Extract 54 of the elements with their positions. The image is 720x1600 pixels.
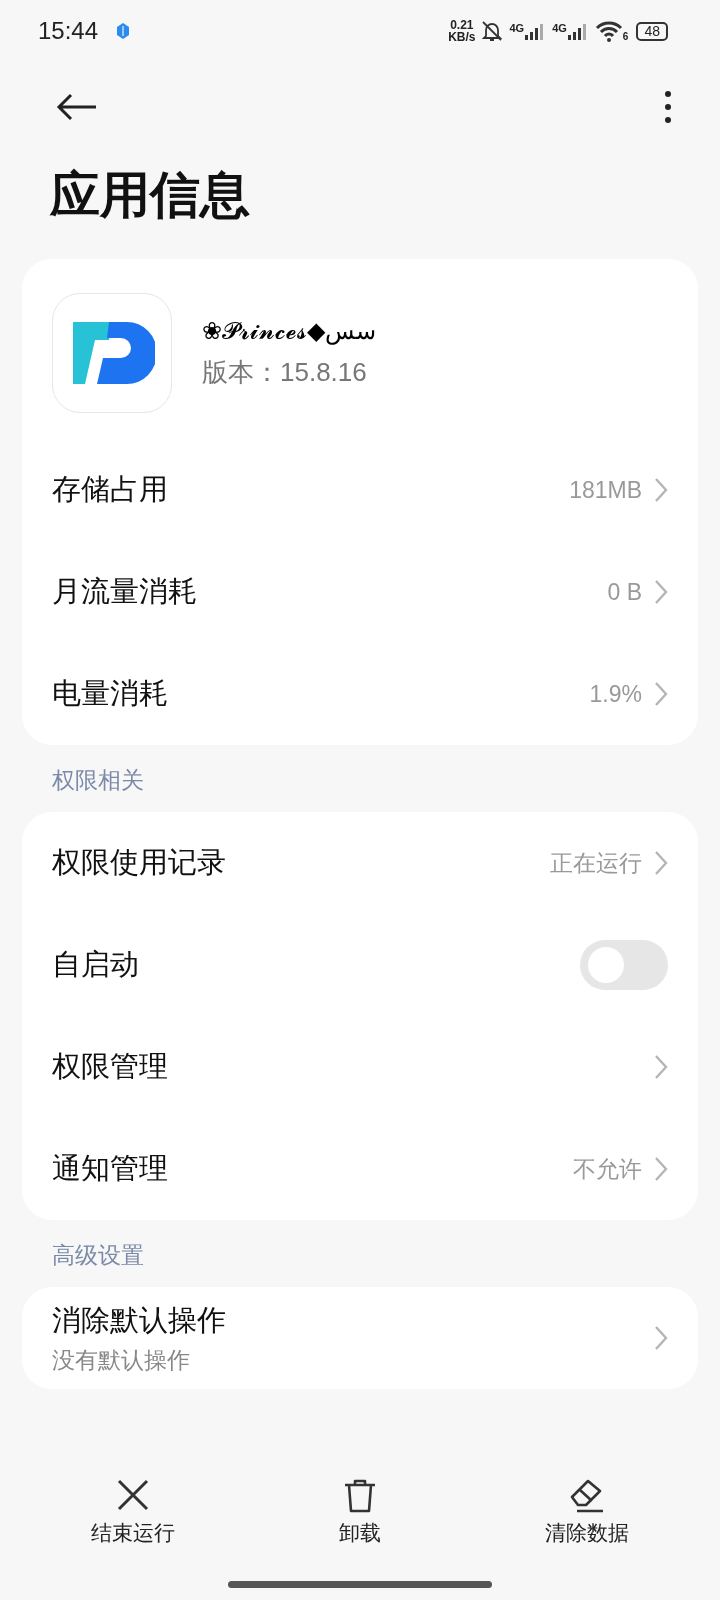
- row-label: 权限使用记录: [52, 845, 227, 880]
- row-label: 自启动: [52, 947, 140, 982]
- chevron-icon: [654, 579, 668, 605]
- battery-level: 48: [636, 21, 668, 41]
- row-value: 0 B: [607, 578, 642, 606]
- more-icon: [664, 90, 672, 124]
- row-value: 正在运行: [550, 848, 642, 878]
- network-type: 4G: [552, 22, 567, 34]
- row-label: 消除默认操作: [52, 1302, 227, 1338]
- row-value: 不允许: [573, 1154, 642, 1184]
- action-button[interactable]: 结束运行: [33, 1473, 234, 1551]
- settings-row[interactable]: 权限管理: [22, 1016, 698, 1118]
- settings-row[interactable]: 自启动: [22, 914, 698, 1016]
- chevron-icon: [654, 477, 668, 503]
- row-value: 181MB: [569, 476, 642, 504]
- action-button[interactable]: 卸载: [260, 1473, 460, 1551]
- row-label: 电量消耗: [52, 676, 169, 711]
- row-label: 月流量消耗: [52, 574, 198, 609]
- action-button[interactable]: 清除数据: [486, 1473, 687, 1551]
- row-label: 存储占用: [52, 472, 169, 507]
- app-version: 版本：15.8.16: [202, 355, 368, 389]
- network-speed-unit: KB/s: [448, 31, 476, 43]
- chevron-icon: [654, 681, 668, 707]
- app-icon: [52, 293, 172, 413]
- chevron-icon: [654, 1156, 668, 1182]
- notification-icon: [116, 23, 131, 39]
- toggle-switch[interactable]: [580, 940, 668, 990]
- app-name: ❀𝓟𝓻𝓲𝓷𝓬𝓮𝓼◆سس: [202, 316, 377, 345]
- network-speed: 0.21: [450, 19, 474, 31]
- row-label: 通知管理: [52, 1151, 169, 1186]
- row-label: 权限管理: [52, 1049, 169, 1084]
- settings-row[interactable]: 消除默认操作 没有默认操作: [22, 1287, 698, 1389]
- chevron-icon: [654, 1054, 668, 1080]
- section-header: 高级设置: [51, 1241, 145, 1270]
- section-header: 权限相关: [51, 766, 145, 795]
- bell-muted-icon: [481, 20, 504, 42]
- back-arrow-icon: [56, 93, 98, 121]
- settings-row[interactable]: 月流量消耗 0 B: [22, 541, 698, 643]
- settings-row[interactable]: 电量消耗 1.9%: [22, 643, 698, 745]
- settings-row[interactable]: 存储占用 181MB: [22, 439, 698, 541]
- eraser-icon: [568, 1477, 605, 1513]
- chevron-icon: [654, 1325, 668, 1351]
- clock: 15:44: [38, 17, 99, 45]
- row-value: 1.9%: [589, 680, 642, 708]
- settings-row[interactable]: 通知管理 不允许: [22, 1118, 698, 1220]
- network-type: 4G: [509, 22, 525, 34]
- signal-icon: [566, 22, 589, 40]
- wifi-label: 6: [622, 31, 629, 42]
- chevron-icon: [654, 850, 668, 876]
- wifi-icon: [594, 20, 623, 42]
- settings-row[interactable]: 权限使用记录 正在运行: [22, 812, 698, 914]
- trash-icon: [342, 1477, 378, 1513]
- page-title: 应用信息: [50, 166, 251, 225]
- row-subtitle: 没有默认操作: [52, 1345, 191, 1375]
